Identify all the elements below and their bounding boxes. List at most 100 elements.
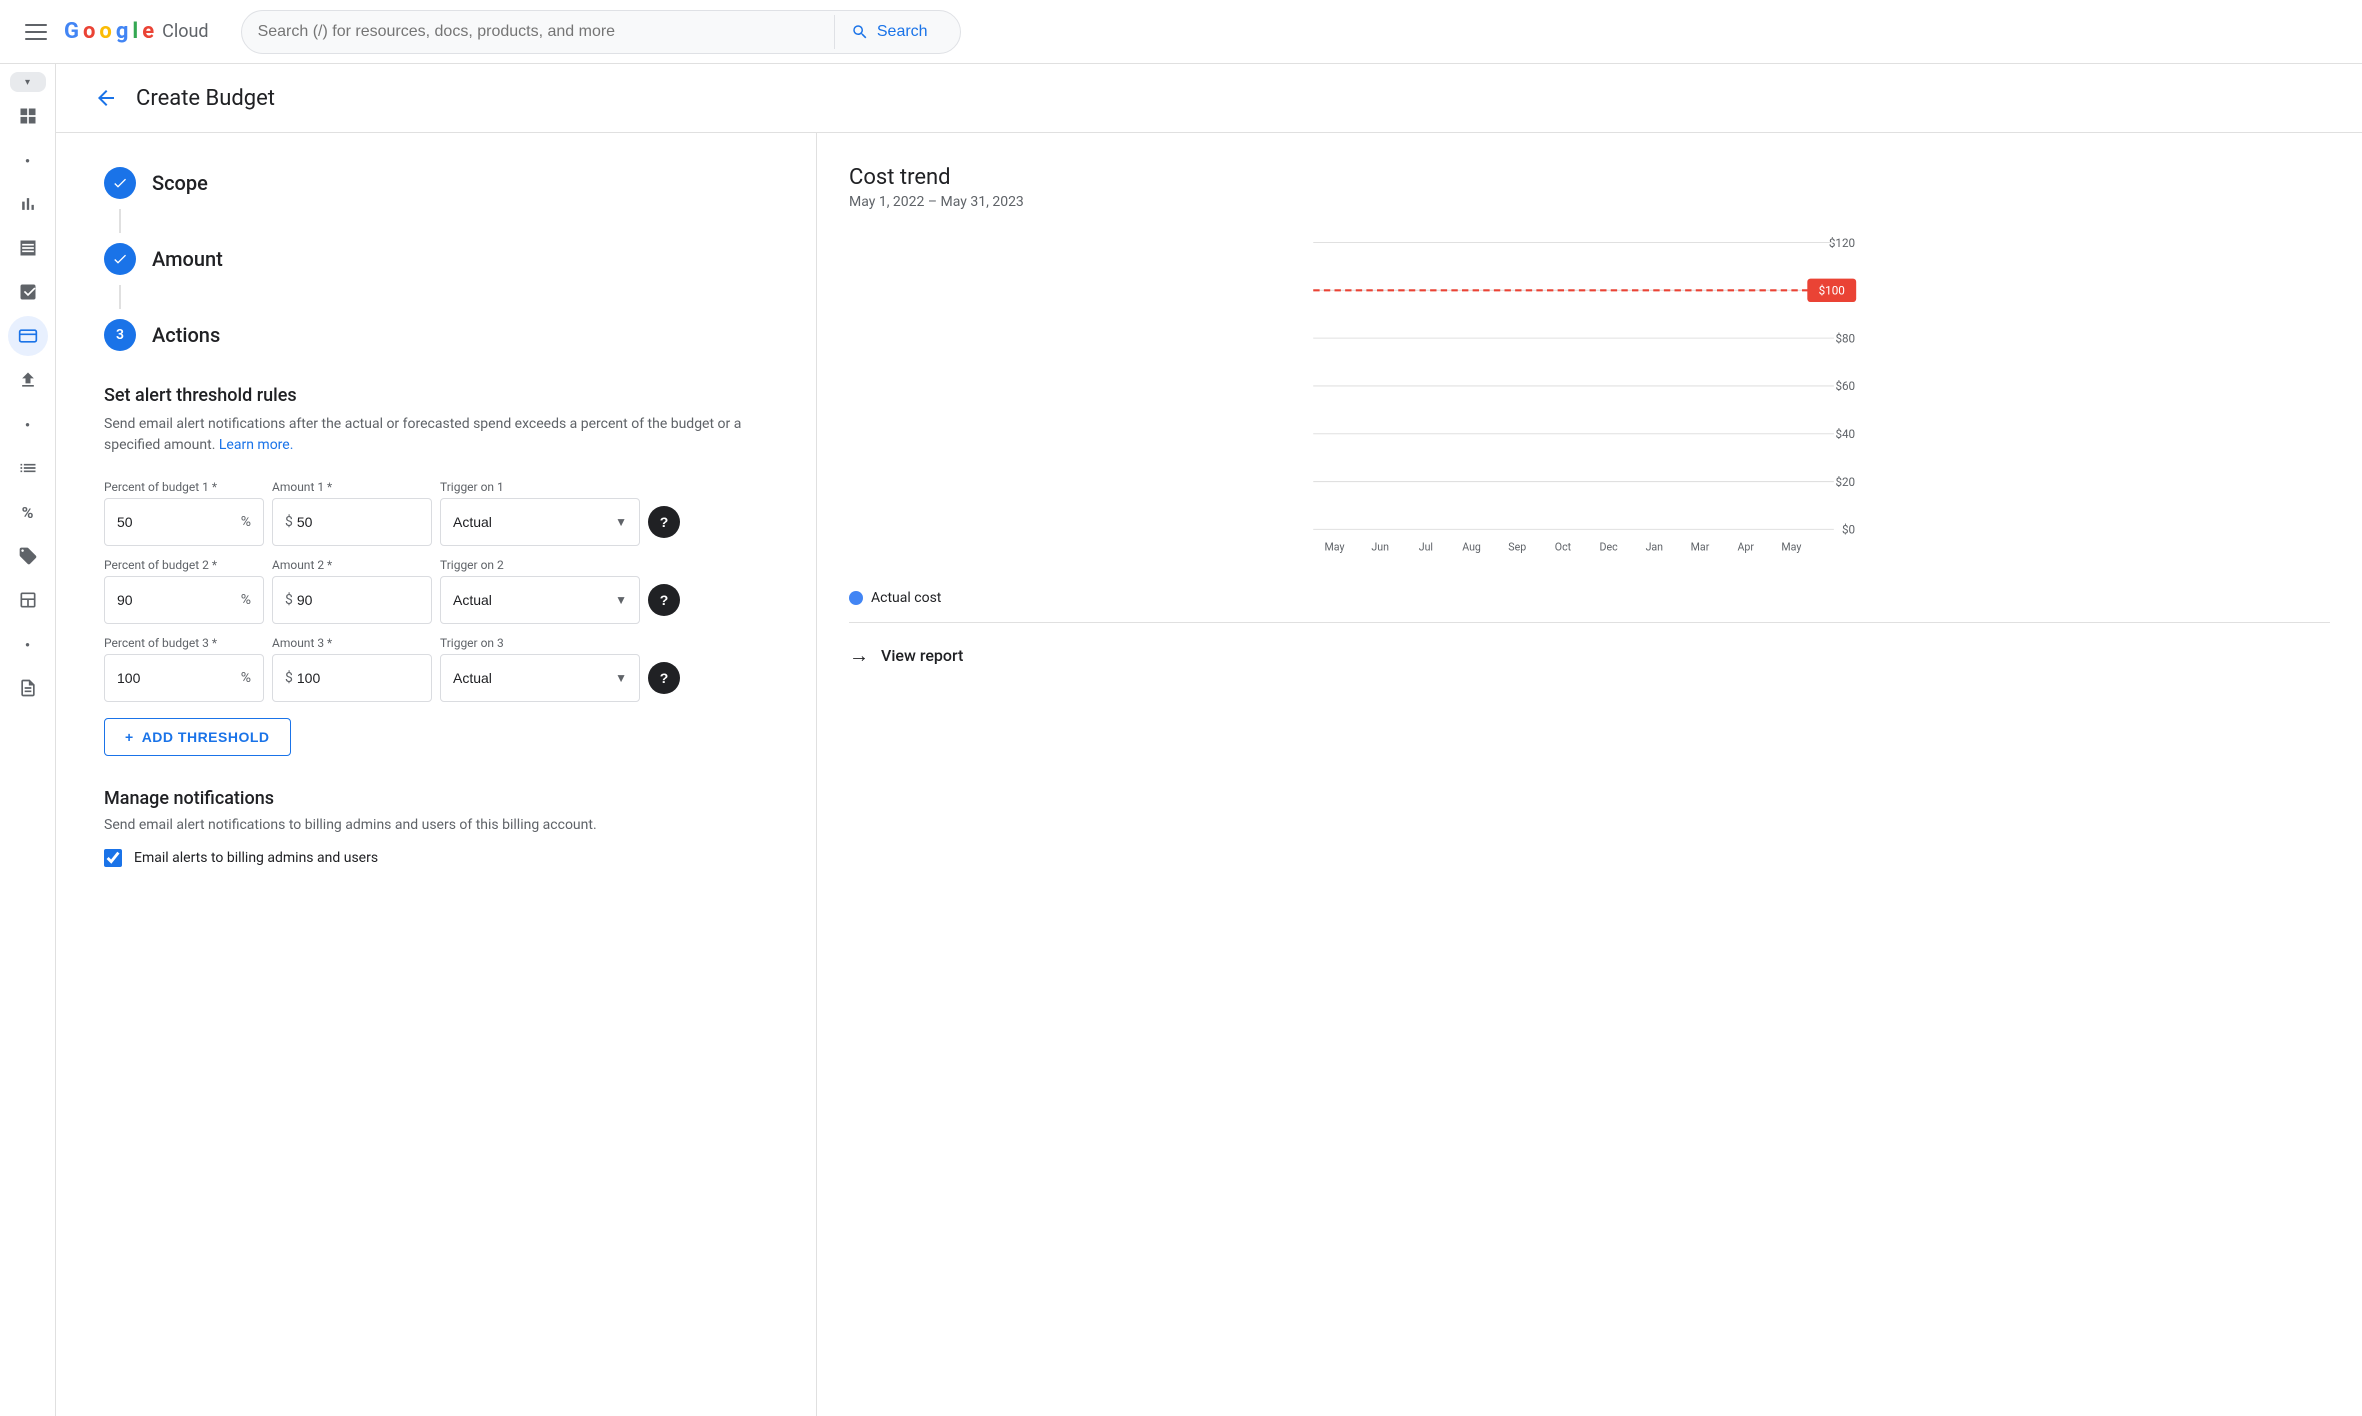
amount-prefix-3: $ <box>285 670 293 686</box>
sidebar-icon-barchart[interactable] <box>8 184 48 224</box>
content-area: Scope Amount 3 Actions <box>56 133 2362 1416</box>
sidebar-icon-table[interactable] <box>8 228 48 268</box>
chart-svg: $120 $100 $80 $60 $40 $20 $0 <box>849 234 2330 574</box>
step-label-actions: Actions <box>152 317 220 353</box>
legend-dot <box>849 591 863 605</box>
page-title: Create Budget <box>136 86 275 111</box>
sidebar-icon-dot1: ● <box>8 140 48 180</box>
search-bar[interactable]: Search <box>241 10 961 54</box>
svg-text:Mar: Mar <box>1691 541 1710 554</box>
trigger-label-1: Trigger on 1 <box>440 480 640 494</box>
email-alerts-checkbox[interactable] <box>104 849 122 867</box>
svg-text:Jun: Jun <box>1371 541 1389 554</box>
amount-input-wrapper-2[interactable]: $ <box>272 576 432 624</box>
amount-group-2: Amount 2 * $ <box>272 558 432 624</box>
trigger-select-1[interactable]: Actual Forecasted <box>453 514 615 530</box>
trigger-select-wrapper-2[interactable]: Actual Forecasted ▼ <box>440 576 640 624</box>
sidebar-icon-billing[interactable] <box>8 316 48 356</box>
sidebar-icon-report[interactable] <box>8 272 48 312</box>
add-threshold-button[interactable]: + ADD THRESHOLD <box>104 718 291 756</box>
connector-2 <box>119 285 121 309</box>
amount-input-wrapper-3[interactable]: $ <box>272 654 432 702</box>
view-report-label: View report <box>881 646 963 665</box>
svg-text:Sep: Sep <box>1508 541 1526 554</box>
notifications-title: Manage notifications <box>104 788 768 809</box>
sidebar-icon-dot3: ● <box>8 624 48 664</box>
back-button[interactable] <box>88 80 124 116</box>
percent-label-1: Percent of budget 1 * <box>104 480 264 494</box>
sidebar-icon-list[interactable] <box>8 448 48 488</box>
sidebar-icon-dashboard[interactable] <box>8 96 48 136</box>
threshold-row-3: Percent of budget 3 * % Amount 3 * $ Tri… <box>104 636 768 702</box>
svg-text:$80: $80 <box>1835 331 1855 345</box>
amount-prefix-1: $ <box>285 514 293 530</box>
svg-text:May: May <box>1325 541 1345 554</box>
step-icon-amount <box>104 243 136 275</box>
step-label-scope: Scope <box>152 165 208 201</box>
step-scope: Scope <box>104 165 768 201</box>
percent-input-3[interactable] <box>117 670 241 686</box>
percent-suffix-1: % <box>241 514 251 530</box>
legend-label: Actual cost <box>871 590 941 606</box>
main-layout: ▾ ● ● % ● <box>0 64 2362 1416</box>
help-button-2[interactable]: ? <box>648 584 680 616</box>
chart-date: May 1, 2022 – May 31, 2023 <box>849 194 2330 210</box>
amount-input-3[interactable] <box>297 670 419 686</box>
help-button-3[interactable]: ? <box>648 662 680 694</box>
amount-label-1: Amount 1 * <box>272 480 432 494</box>
top-navigation: Google Cloud Search <box>0 0 2362 64</box>
search-label: Search <box>877 23 928 41</box>
sidebar-icon-percent[interactable]: % <box>8 492 48 532</box>
percent-group-2: Percent of budget 2 * % <box>104 558 264 624</box>
svg-text:$40: $40 <box>1835 427 1855 441</box>
percent-group-1: Percent of budget 1 * % <box>104 480 264 546</box>
view-report-button[interactable]: → View report <box>849 622 2330 688</box>
percent-input-wrapper-1[interactable]: % <box>104 498 264 546</box>
amount-label-3: Amount 3 * <box>272 636 432 650</box>
learn-more-link[interactable]: Learn more. <box>219 437 294 453</box>
amount-input-wrapper-1[interactable]: $ <box>272 498 432 546</box>
trigger-label-2: Trigger on 2 <box>440 558 640 572</box>
svg-text:$20: $20 <box>1835 475 1855 489</box>
percent-input-wrapper-2[interactable]: % <box>104 576 264 624</box>
percent-input-2[interactable] <box>117 592 241 608</box>
trigger-chevron-3: ▼ <box>615 671 627 685</box>
search-input[interactable] <box>258 23 826 41</box>
amount-prefix-2: $ <box>285 592 293 608</box>
svg-text:Dec: Dec <box>1600 541 1619 554</box>
sidebar-icon-data[interactable] <box>8 580 48 620</box>
amount-group-3: Amount 3 * $ <box>272 636 432 702</box>
help-button-1[interactable]: ? <box>648 506 680 538</box>
amount-input-2[interactable] <box>297 592 419 608</box>
percent-input-wrapper-3[interactable]: % <box>104 654 264 702</box>
amount-input-1[interactable] <box>297 514 419 530</box>
step-number-actions: 3 <box>116 327 124 343</box>
trigger-select-wrapper-1[interactable]: Actual Forecasted ▼ <box>440 498 640 546</box>
percent-suffix-2: % <box>241 592 251 608</box>
percent-group-3: Percent of budget 3 * % <box>104 636 264 702</box>
hamburger-menu[interactable] <box>16 12 56 52</box>
step-label-amount: Amount <box>152 241 223 277</box>
email-alerts-row: Email alerts to billing admins and users <box>104 849 768 867</box>
trigger-select-2[interactable]: Actual Forecasted <box>453 592 615 608</box>
threshold-rows: Percent of budget 1 * % Amount 1 * $ Tri… <box>104 480 768 702</box>
step-actions: 3 Actions <box>104 317 768 353</box>
trigger-select-3[interactable]: Actual Forecasted <box>453 670 615 686</box>
svg-text:$60: $60 <box>1835 379 1855 393</box>
threshold-section-desc: Send email alert notifications after the… <box>104 414 768 456</box>
percent-input-1[interactable] <box>117 514 241 530</box>
sidebar: ▾ ● ● % ● <box>0 64 56 1416</box>
sidebar-pill[interactable]: ▾ <box>10 72 46 92</box>
sidebar-icon-doc[interactable] <box>8 668 48 708</box>
trigger-select-wrapper-3[interactable]: Actual Forecasted ▼ <box>440 654 640 702</box>
trigger-chevron-1: ▼ <box>615 515 627 529</box>
sidebar-icon-tag[interactable] <box>8 536 48 576</box>
sidebar-icon-upload[interactable] <box>8 360 48 400</box>
google-cloud-logo: Google Cloud <box>64 19 209 44</box>
step-amount: Amount <box>104 241 768 277</box>
connector-1 <box>119 209 121 233</box>
step-icon-scope <box>104 167 136 199</box>
page-header: Create Budget <box>56 64 2362 133</box>
search-button[interactable]: Search <box>834 15 944 49</box>
main-content: Create Budget Scope Amount <box>56 64 2362 1416</box>
